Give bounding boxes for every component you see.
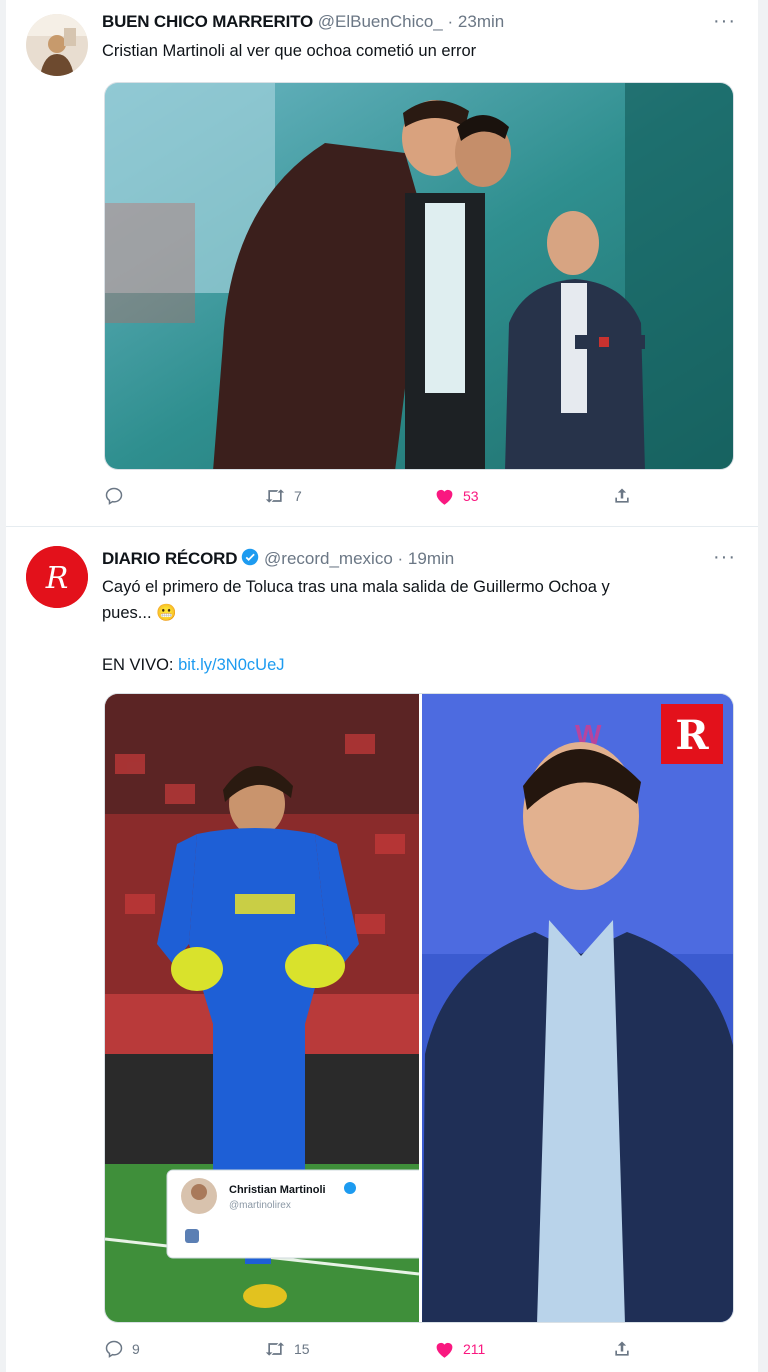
avatar[interactable] <box>26 14 88 76</box>
more-options-icon[interactable]: ··· <box>713 546 736 569</box>
like-count: 53 <box>463 488 479 504</box>
retweet-count: 7 <box>294 488 302 504</box>
more-options-icon[interactable]: ··· <box>713 10 736 33</box>
live-line: EN VIVO: bit.ly/3N0cUeJ <box>102 652 610 678</box>
reply-button[interactable]: 9 <box>104 1339 140 1359</box>
share-icon <box>615 488 629 503</box>
retweet-button[interactable]: 15 <box>264 1339 310 1359</box>
author-name[interactable]: BUEN CHICO MARRERITO <box>102 12 313 31</box>
timestamp[interactable]: 19min <box>408 549 454 568</box>
like-button[interactable]: 53 <box>434 486 479 506</box>
tweet-actions: 9 15 211 <box>104 1339 734 1367</box>
record-watermark-logo: R <box>675 712 709 759</box>
share-button[interactable] <box>612 486 632 506</box>
tweet-text-line: pues... 😬 <box>102 600 610 626</box>
retweet-icon <box>265 489 285 503</box>
author-handle[interactable]: @ElBuenChico_ <box>318 12 443 31</box>
tweet-actions: 7 53 <box>104 486 734 514</box>
tweet-photo[interactable] <box>104 82 734 470</box>
embedded-verified-icon <box>344 1182 356 1194</box>
like-button[interactable]: 211 <box>434 1339 485 1359</box>
tweet[interactable]: R DIARIO RÉCORD @record_mexico · 19min ·… <box>6 528 758 1372</box>
tweet-header: BUEN CHICO MARRERITO @ElBuenChico_ · 23m… <box>102 12 504 32</box>
timeline-feed: BUEN CHICO MARRERITO @ElBuenChico_ · 23m… <box>6 0 758 1372</box>
heart-icon <box>436 1342 453 1358</box>
live-label: EN VIVO: <box>102 656 174 674</box>
photo-stage-hosts <box>105 83 733 469</box>
retweet-icon <box>265 1342 285 1356</box>
reply-icon <box>105 487 123 505</box>
separator: · <box>397 549 404 568</box>
share-icon <box>615 1341 629 1356</box>
verified-badge-icon <box>242 548 259 566</box>
tweet[interactable]: BUEN CHICO MARRERITO @ElBuenChico_ · 23m… <box>6 0 758 527</box>
author-name[interactable]: DIARIO RÉCORD <box>102 549 237 568</box>
embedded-author-name: Christian Martinoli <box>229 1184 326 1196</box>
tweet-text: Cristian Martinoli al ver que ochoa come… <box>102 42 477 60</box>
reply-count: 9 <box>132 1341 140 1357</box>
tweet-header: DIARIO RÉCORD @record_mexico · 19min <box>102 548 454 569</box>
tweet-link[interactable]: bit.ly/3N0cUeJ <box>178 656 284 674</box>
share-button[interactable] <box>612 1339 632 1359</box>
tweet-text-line: Cayó el primero de Toluca tras una mala … <box>102 578 610 596</box>
timestamp[interactable]: 23min <box>458 12 504 31</box>
like-count: 211 <box>463 1341 486 1357</box>
reply-button[interactable] <box>104 486 132 506</box>
heart-icon <box>436 489 453 505</box>
tweet-photo-collage[interactable]: Christian Martinoli @martinolirex W R <box>104 693 734 1323</box>
retweet-button[interactable]: 7 <box>264 486 302 506</box>
tweet-text: Cayó el primero de Toluca tras una mala … <box>102 574 610 678</box>
reply-icon <box>105 1340 123 1358</box>
separator: · <box>447 12 454 31</box>
embedded-author-handle: @martinolirex <box>229 1200 291 1211</box>
tweet-text-continuation: pues... <box>102 604 152 622</box>
avatar[interactable]: R <box>26 546 88 608</box>
retweet-count: 15 <box>294 1341 310 1357</box>
grimace-emoji: 😬 <box>156 604 177 622</box>
author-handle[interactable]: @record_mexico <box>264 549 393 568</box>
record-logo-monogram: R <box>45 561 69 596</box>
photo-collage: Christian Martinoli @martinolirex W R <box>105 694 733 1322</box>
embedded-emoji-icon <box>185 1229 199 1243</box>
